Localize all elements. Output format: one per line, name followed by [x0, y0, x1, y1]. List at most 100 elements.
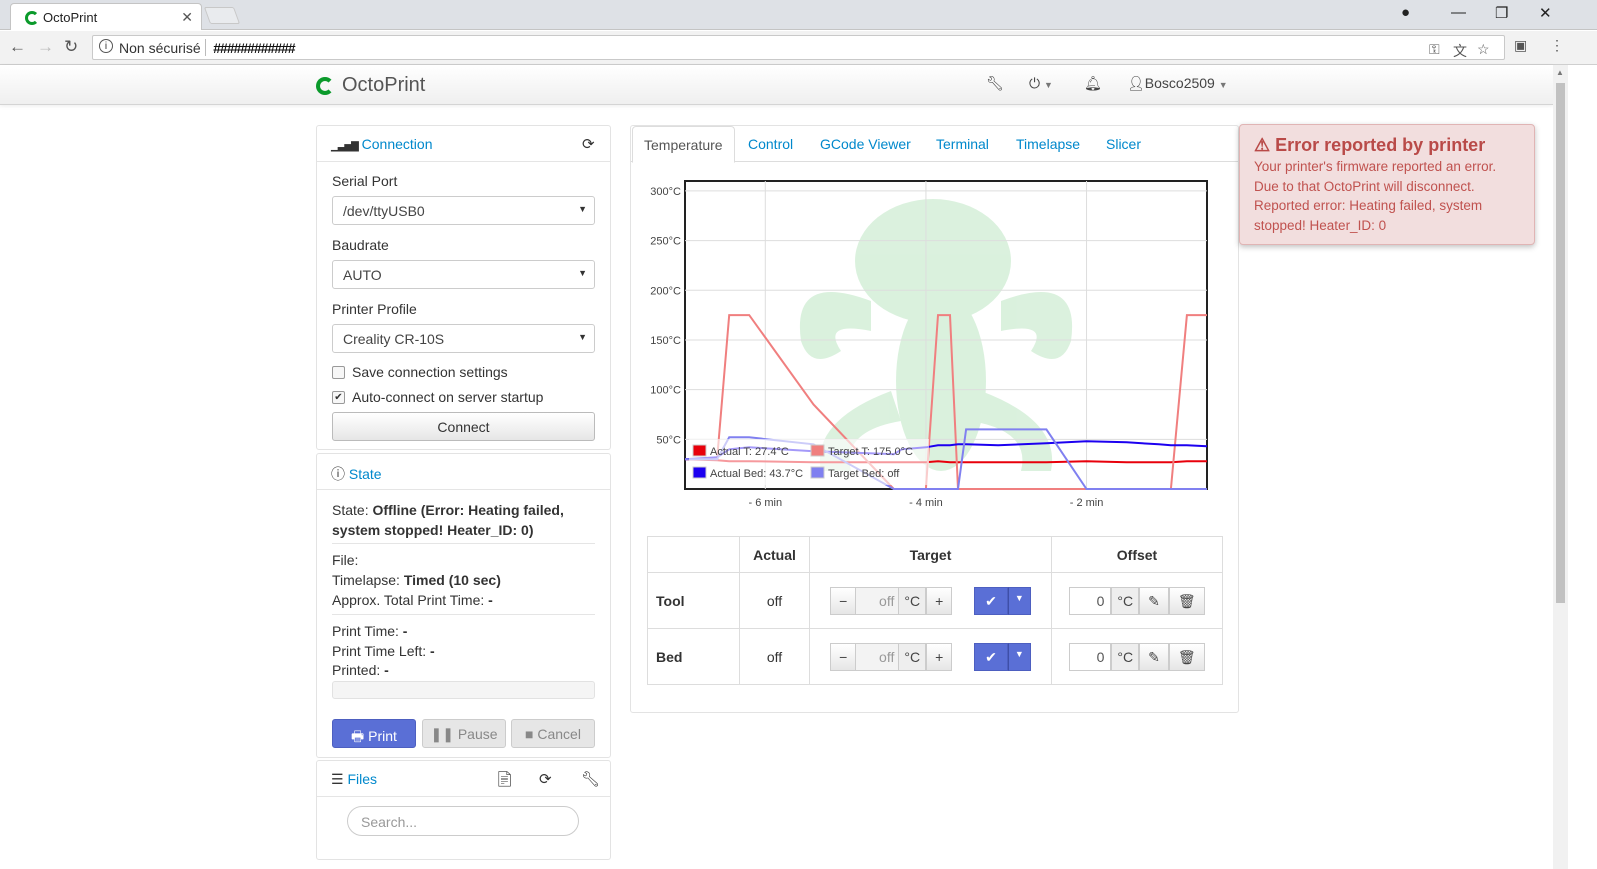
state-label: State:: [332, 502, 369, 518]
files-header[interactable]: ☰ Files 📄︎ ⟳ 🔧︎: [317, 761, 610, 797]
time-left-line: Print Time Left: -: [332, 641, 435, 661]
increase-button[interactable]: +: [926, 642, 953, 671]
scroll-thumb[interactable]: [1556, 83, 1565, 603]
reload-icon[interactable]: ↻: [64, 37, 78, 57]
time-left-label: Print Time Left:: [332, 643, 427, 659]
checkmark-icon[interactable]: ✔: [974, 642, 1008, 671]
menu-icon[interactable]: ⋮: [1550, 37, 1564, 54]
chevron-down-icon[interactable]: ▼: [1007, 586, 1031, 615]
row-offset-controls: 0 °C ✎ 🗑︎: [1051, 572, 1223, 629]
legend-swatch: [810, 466, 825, 479]
trash-icon[interactable]: 🗑︎: [1168, 586, 1205, 615]
notifications-bell-icon[interactable]: 🔔︎: [1084, 75, 1102, 92]
settings-wrench-icon[interactable]: 🔧︎: [986, 75, 1004, 92]
error-title: Error reported by printer: [1275, 135, 1486, 155]
tab-gcode-viewer[interactable]: GCode Viewer: [820, 136, 911, 152]
error-notification[interactable]: ⚠ Error reported by printer Your printer…: [1239, 124, 1535, 245]
print-time-label: Print Time:: [332, 623, 399, 639]
user-menu[interactable]: 👤︎Bosco2509 ▼: [1127, 75, 1228, 92]
printed-label: Printed:: [332, 662, 381, 678]
refresh-icon[interactable]: ⟳: [539, 770, 552, 788]
printer-profile-select[interactable]: Creality CR-10S ▼: [332, 324, 595, 353]
profile-icon[interactable]: ●: [1401, 4, 1410, 21]
files-search-input[interactable]: Search...: [347, 806, 579, 836]
baudrate-label: Baudrate: [332, 237, 389, 253]
pencil-icon[interactable]: ✎: [1139, 586, 1169, 615]
legend-label: Actual T: 27.4°C: [710, 446, 789, 458]
brand[interactable]: OctoPrint: [316, 74, 425, 97]
forward-icon[interactable]: →: [37, 37, 54, 57]
target-input-group: − off °C +: [830, 642, 953, 671]
table-row-tool: Tool off − off °C + ✔ ▼ 0 °C ✎ 🗑︎: [647, 572, 1223, 629]
trash-icon[interactable]: 🗑︎: [1168, 642, 1205, 671]
back-icon[interactable]: ←: [9, 37, 26, 57]
error-title-line: ⚠ Error reported by printer: [1254, 135, 1520, 156]
save-settings-checkbox[interactable]: Save connection settings: [332, 364, 508, 380]
target-input[interactable]: off: [856, 586, 899, 615]
pause-button[interactable]: ❚❚ Pause: [422, 719, 506, 748]
close-window-icon[interactable]: ✕: [1539, 4, 1552, 22]
power-menu[interactable]: ⏻ ▼: [1029, 75, 1053, 92]
brand-name: OctoPrint: [342, 74, 426, 96]
extension-icon[interactable]: ▣: [1514, 37, 1527, 54]
print-label: Print: [368, 728, 397, 744]
printer-profile-value: Creality CR-10S: [343, 331, 445, 347]
print-button[interactable]: 🖶︎ Print: [332, 719, 416, 748]
offset-input[interactable]: 0: [1069, 642, 1112, 671]
temperature-chart: 50°C 100°C 150°C 200°C 250°C 300°C - 6 min - 4 …: [650, 180, 1208, 509]
cancel-label: Cancel: [537, 726, 581, 742]
increase-button[interactable]: +: [926, 586, 953, 615]
serial-port-select[interactable]: /dev/ttyUSB0 ▼: [332, 196, 595, 225]
tab-slicer[interactable]: Slicer: [1106, 136, 1141, 152]
connection-title: Connection: [361, 136, 433, 152]
connect-button[interactable]: Connect: [332, 412, 595, 441]
files-title: Files: [347, 771, 378, 787]
translate-icon[interactable]: 文: [1453, 41, 1467, 61]
checkbox-checked-icon[interactable]: ✔: [332, 391, 345, 404]
decrease-button[interactable]: −: [830, 642, 857, 671]
bookmark-star-icon[interactable]: ☆: [1477, 41, 1490, 58]
omnibox[interactable]: i Non sécurisé ############ ⚿ 文 ☆: [92, 35, 1505, 60]
tab-control[interactable]: Control: [748, 136, 793, 152]
wrench-icon[interactable]: 🔧︎: [581, 770, 600, 788]
address-toolbar: ← → ↻ i Non sécurisé ############ ⚿ 文 ☆ …: [0, 31, 1597, 65]
restore-icon[interactable]: ❐: [1495, 4, 1508, 22]
offset-input[interactable]: 0: [1069, 586, 1112, 615]
connection-panel: ▁▃▅▇ Connection ⟳ Serial Port /dev/ttyUS…: [316, 125, 611, 450]
tab-timelapse[interactable]: Timelapse: [1016, 136, 1080, 152]
warning-icon: ⚠: [1254, 135, 1271, 155]
scroll-up-icon[interactable]: ▲: [1556, 68, 1564, 77]
new-tab-button[interactable]: [203, 7, 241, 24]
refresh-icon[interactable]: ⟳: [582, 135, 595, 153]
checkbox-unchecked-icon[interactable]: [332, 366, 345, 379]
chevron-down-icon[interactable]: ▼: [1007, 642, 1031, 671]
browser-tab[interactable]: OctoPrint ✕: [10, 3, 202, 30]
baudrate-select[interactable]: AUTO ▼: [332, 260, 595, 289]
pencil-icon[interactable]: ✎: [1139, 642, 1169, 671]
key-icon[interactable]: ⚿: [1429, 41, 1440, 58]
state-header[interactable]: ⓘ State: [317, 454, 610, 490]
unit-label: °C: [898, 586, 927, 615]
pause-icon: ❚❚: [430, 726, 454, 742]
tab-temperature[interactable]: Temperature: [632, 126, 735, 163]
list-icon: ☰: [331, 771, 344, 787]
cancel-button[interactable]: ■ Cancel: [511, 719, 595, 748]
main-panel: Temperature Control GCode Viewer Termina…: [630, 125, 1239, 713]
target-input[interactable]: off: [856, 642, 899, 671]
tab-terminal[interactable]: Terminal: [936, 136, 989, 152]
info-icon[interactable]: i: [99, 39, 113, 53]
connection-header[interactable]: ▁▃▅▇ Connection ⟳: [317, 126, 610, 162]
row-actual: off: [739, 628, 810, 685]
page-scrollbar[interactable]: ▲: [1553, 65, 1568, 869]
close-tab-icon[interactable]: ✕: [181, 9, 193, 26]
decrease-button[interactable]: −: [830, 586, 857, 615]
minimize-icon[interactable]: —: [1451, 4, 1466, 21]
offset-input-group: 0 °C ✎ 🗑︎: [1069, 642, 1205, 671]
checkmark-icon[interactable]: ✔: [974, 586, 1008, 615]
upload-file-icon[interactable]: 📄︎: [495, 770, 514, 788]
approx-time-line: Approx. Total Print Time: -: [332, 590, 493, 610]
divider: [332, 543, 595, 544]
url-text[interactable]: ############: [213, 40, 295, 56]
row-name: Tool: [647, 572, 740, 629]
autoconnect-checkbox[interactable]: ✔ Auto-connect on server startup: [332, 389, 543, 405]
